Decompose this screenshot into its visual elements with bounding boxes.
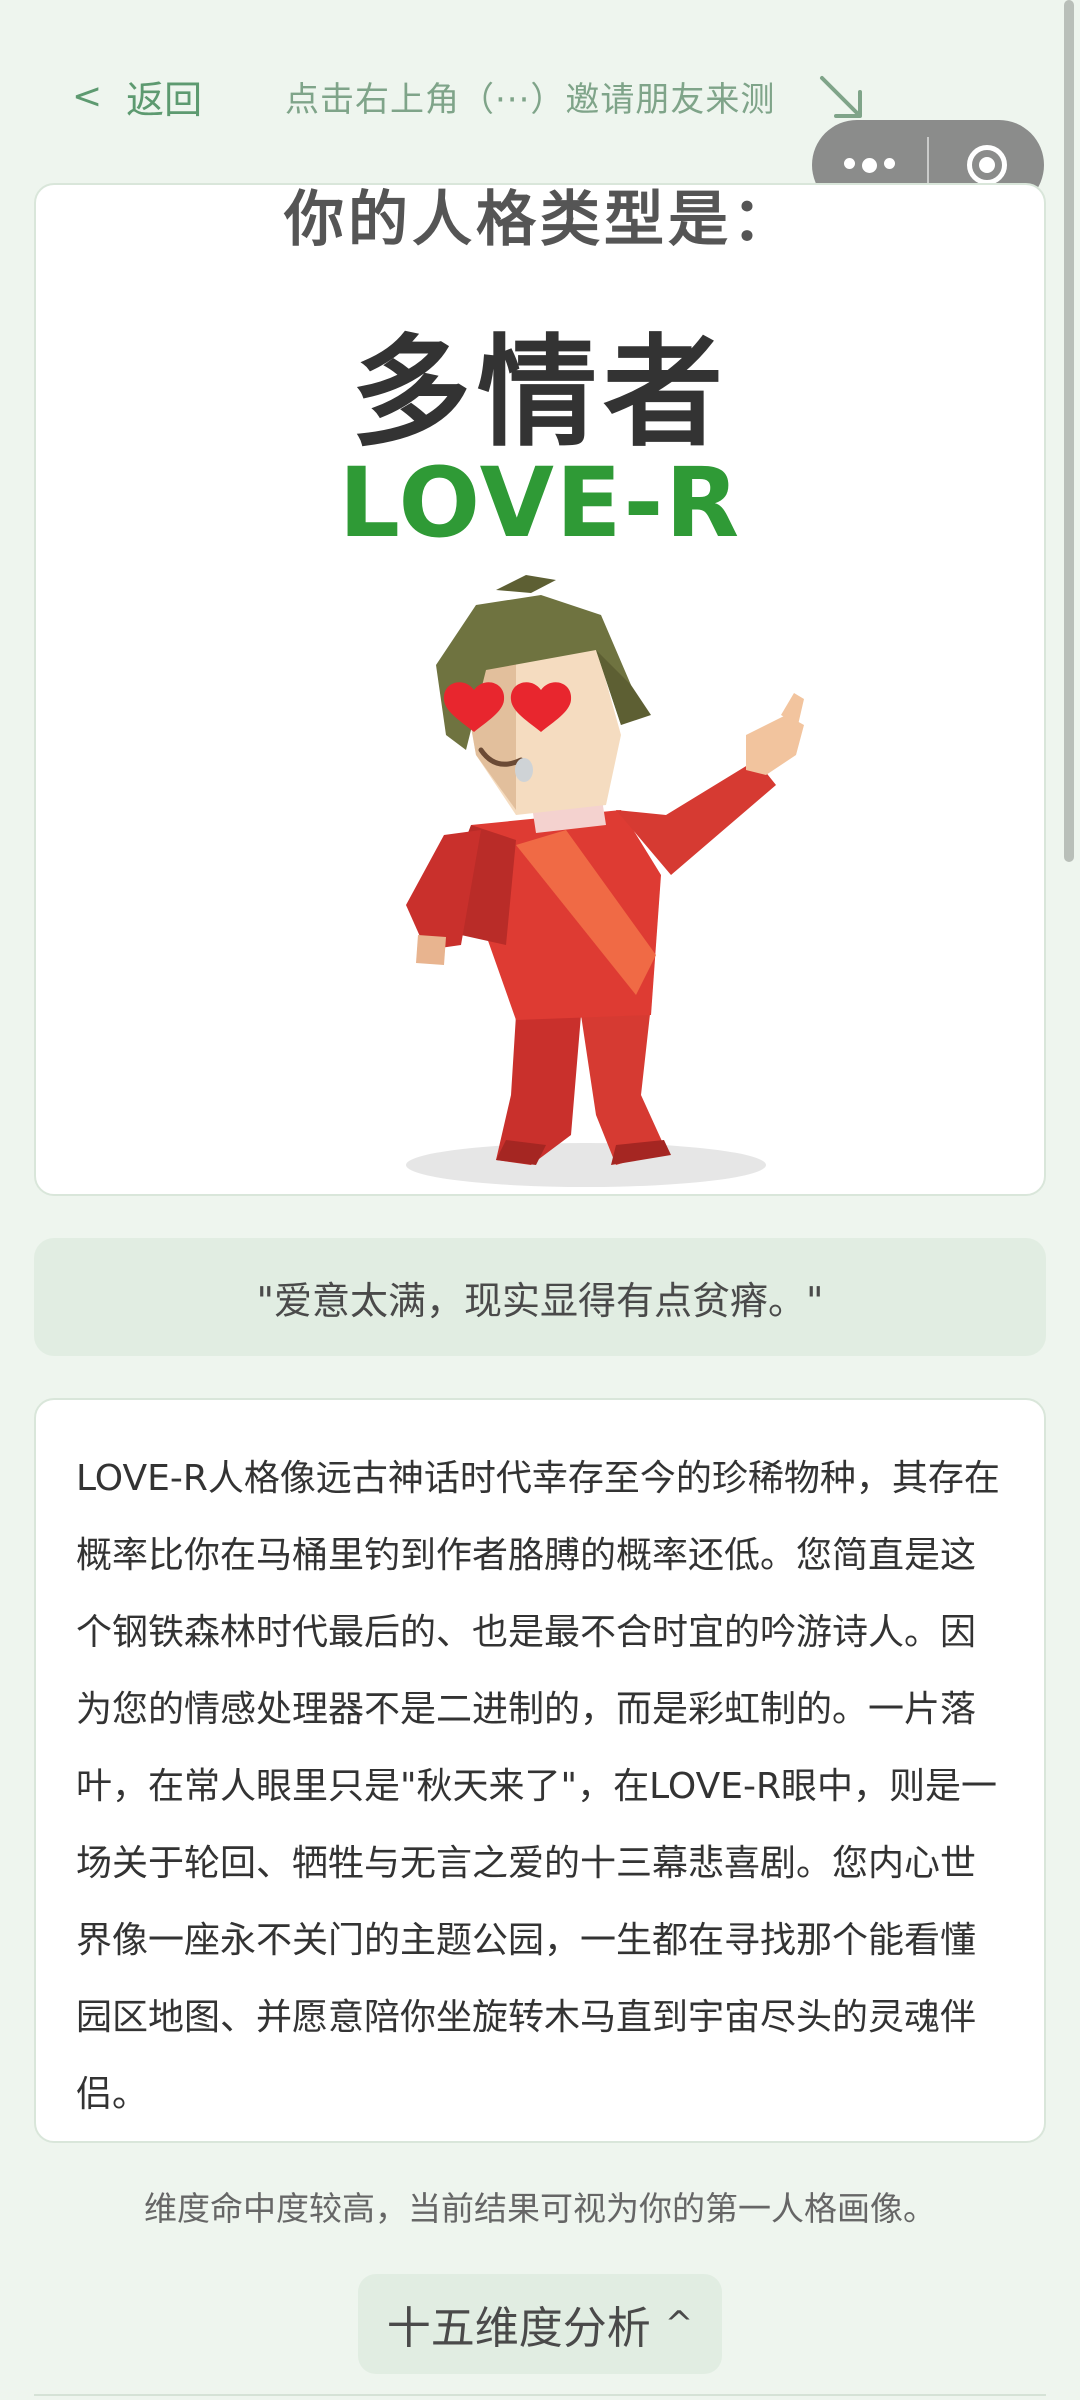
more-dots-icon (844, 157, 895, 173)
dimension-analysis-label: 十五维度分析 (386, 2303, 651, 2354)
close-miniprogram-icon (966, 145, 1007, 185)
caret-up-icon: ^ (664, 2304, 694, 2344)
result-note: 维度命中度较高，当前结果可视为你的第一人格画像。 (144, 2189, 936, 2228)
personality-description: LOVE-R人格像远古神话时代幸存至今的珍稀物种，其存在概率比你在马桶里钓到作者… (76, 1458, 1000, 2115)
personality-type-name: 多情者 (351, 324, 729, 463)
dimension-analysis-button[interactable]: 十五维度分析 ^ (358, 2274, 722, 2374)
chevron-left-icon: < (72, 75, 103, 117)
result-heading: 你的人格类型是： (284, 185, 796, 255)
personality-quote: "爱意太满，现实显得有点贫瘠。" (34, 1238, 1046, 1356)
description-card: LOVE-R人格像远古神话时代幸存至今的珍稀物种，其存在概率比你在马桶里钓到作者… (34, 1398, 1046, 2143)
back-button[interactable]: < 返回 (72, 66, 202, 126)
invite-hint: 点击右上角（···）邀请朋友来测 (285, 80, 776, 120)
character-illustration (406, 575, 804, 1187)
scrollbar-thumb[interactable] (1064, 0, 1074, 862)
back-label: 返回 (126, 77, 203, 122)
divider (34, 2394, 1046, 2396)
result-card: 你的人格类型是： 多情者 LOVE-R (34, 183, 1046, 1196)
arrow-down-right-icon (820, 76, 862, 118)
personality-type-code: LOVE-R (338, 447, 742, 559)
